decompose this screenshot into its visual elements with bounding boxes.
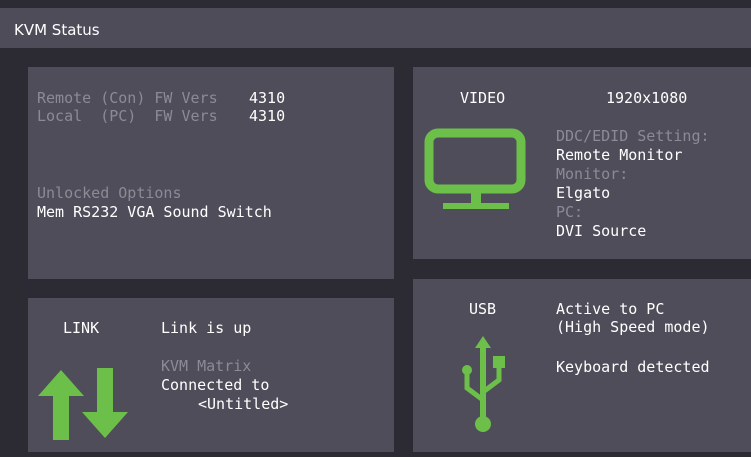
usb-icon xyxy=(462,336,505,432)
usb-status-line1: Active to PC xyxy=(556,300,665,318)
ddc-edid-value: Remote Monitor xyxy=(556,146,683,164)
monitor-value: Elgato xyxy=(556,184,611,202)
link-heading: LINK xyxy=(63,319,100,337)
remote-fw-label: Remote (Con) FW Vers xyxy=(37,89,218,107)
unlocked-options-value: Mem RS232 VGA Sound Switch xyxy=(37,203,272,221)
video-resolution: 1920x1080 xyxy=(606,89,688,107)
local-fw-value: 4310 xyxy=(249,107,286,125)
up-down-arrows-icon xyxy=(38,368,128,440)
pc-value: DVI Source xyxy=(556,222,647,240)
usb-heading: USB xyxy=(469,300,497,318)
connected-label: Connected to xyxy=(161,376,270,394)
monitor-icon xyxy=(424,128,526,209)
local-fw-label: Local (PC) FW Vers xyxy=(37,107,218,125)
pc-label: PC: xyxy=(556,203,584,221)
kvm-matrix-label: KVM Matrix xyxy=(161,357,252,375)
usb-panel: USB Active to PC (High Speed mode) Keybo… xyxy=(413,279,751,452)
video-panel: VIDEO 1920x1080 DDC/EDID Setting: Remote… xyxy=(413,67,751,259)
ddc-edid-label: DDC/EDID Setting: xyxy=(556,127,710,145)
connected-value: <Untitled> xyxy=(198,395,289,413)
usb-status-line2: (High Speed mode) xyxy=(556,318,710,336)
unlocked-options-label: Unlocked Options xyxy=(37,184,182,202)
remote-fw-value: 4310 xyxy=(249,89,286,107)
firmware-panel: Remote (Con) FW Vers 4310 Local (PC) FW … xyxy=(28,67,394,279)
title-bar: KVM Status xyxy=(0,8,751,48)
window-title: KVM Status xyxy=(14,21,100,39)
video-heading: VIDEO xyxy=(460,89,506,107)
keyboard-status: Keyboard detected xyxy=(556,358,710,376)
link-status: Link is up xyxy=(161,319,252,337)
link-panel: LINK Link is up KVM Matrix Connected to … xyxy=(28,298,394,452)
monitor-label: Monitor: xyxy=(556,165,629,183)
